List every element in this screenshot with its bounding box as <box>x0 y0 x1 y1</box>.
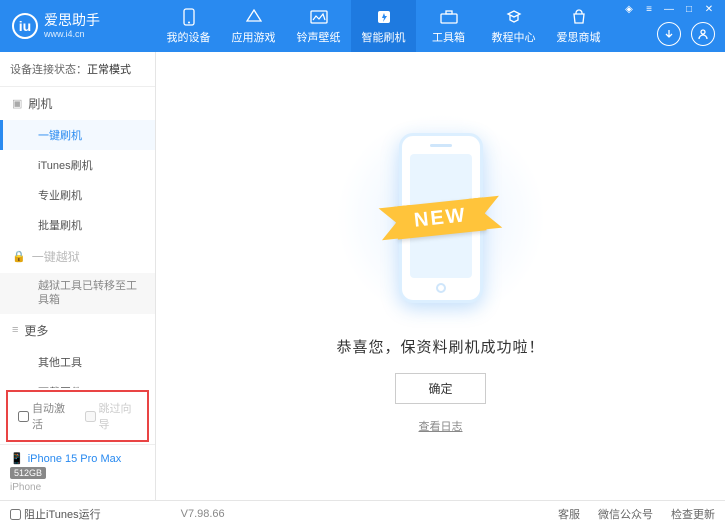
auto-activate-checkbox[interactable]: 自动激活 <box>18 400 71 432</box>
wallpaper-icon <box>310 8 328 26</box>
main-content: NEW 恭喜您，保资料刷机成功啦！ 确定 查看日志 <box>156 52 725 500</box>
connection-status: 设备连接状态：正常模式 <box>0 52 155 87</box>
flash-group-icon: ▣ <box>12 97 22 110</box>
apps-icon <box>245 8 263 26</box>
sidebar-item-download-firmware[interactable]: 下载固件 <box>0 377 155 388</box>
app-header: iu 爱思助手 www.i4.cn 我的设备 应用游戏 铃声壁纸 智能刷机 工具… <box>0 0 725 52</box>
sidebar-item-itunes-flash[interactable]: iTunes刷机 <box>0 150 155 180</box>
device-icon: 📱 <box>10 452 24 465</box>
nav-apps-games[interactable]: 应用游戏 <box>221 0 286 52</box>
footer: 阻止iTunes运行 V7.98.66 客服 微信公众号 检查更新 <box>0 500 725 527</box>
view-log-link[interactable]: 查看日志 <box>419 418 463 434</box>
ok-button[interactable]: 确定 <box>395 373 485 404</box>
sidebar-options-highlight: 自动激活 跳过向导 <box>6 390 149 442</box>
device-storage-badge: 512GB <box>10 467 46 479</box>
sidebar-item-other-tools[interactable]: 其他工具 <box>0 347 155 377</box>
logo-icon: iu <box>12 13 38 39</box>
nav-store[interactable]: 爱思商城 <box>546 0 611 52</box>
sidebar: 设备连接状态：正常模式 ▣ 刷机 一键刷机 iTunes刷机 专业刷机 批量刷机… <box>0 52 156 500</box>
success-message: 恭喜您，保资料刷机成功啦！ <box>336 336 544 357</box>
sidebar-group-more[interactable]: ≡ 更多 <box>0 314 155 347</box>
header-actions <box>657 22 715 46</box>
skin-button[interactable]: ◈ <box>621 3 637 15</box>
version-label: V7.98.66 <box>181 508 225 520</box>
download-button[interactable] <box>657 22 681 46</box>
block-itunes-checkbox[interactable]: 阻止iTunes运行 <box>10 506 101 522</box>
nav-tutorials[interactable]: 教程中心 <box>481 0 546 52</box>
sidebar-item-batch-flash[interactable]: 批量刷机 <box>0 210 155 240</box>
footer-support-link[interactable]: 客服 <box>558 506 580 522</box>
user-button[interactable] <box>691 22 715 46</box>
more-icon: ≡ <box>12 324 18 336</box>
minimize-button[interactable]: — <box>661 3 677 15</box>
footer-wechat-link[interactable]: 微信公众号 <box>598 506 653 522</box>
device-info: 📱 iPhone 15 Pro Max 512GB iPhone <box>0 444 155 500</box>
close-button[interactable]: ✕ <box>701 3 717 15</box>
nav-toolbox[interactable]: 工具箱 <box>416 0 481 52</box>
store-icon <box>570 8 588 26</box>
sidebar-item-pro-flash[interactable]: 专业刷机 <box>0 180 155 210</box>
menu-button[interactable]: ≡ <box>641 3 657 15</box>
skip-guide-checkbox[interactable]: 跳过向导 <box>85 400 138 432</box>
flash-icon <box>375 8 393 26</box>
sidebar-item-onekey-flash[interactable]: 一键刷机 <box>0 120 155 150</box>
toolbox-icon <box>440 8 458 26</box>
device-name[interactable]: 📱 iPhone 15 Pro Max <box>10 452 145 465</box>
app-name: 爱思助手 <box>44 13 100 28</box>
nav-ringtone-wallpaper[interactable]: 铃声壁纸 <box>286 0 351 52</box>
maximize-button[interactable]: □ <box>681 3 697 15</box>
phone-icon <box>180 8 198 26</box>
success-illustration: NEW <box>361 118 521 318</box>
app-url: www.i4.cn <box>44 29 100 39</box>
top-nav: 我的设备 应用游戏 铃声壁纸 智能刷机 工具箱 教程中心 爱思商城 <box>156 0 611 52</box>
lock-icon: 🔒 <box>12 250 26 263</box>
window-controls: ◈ ≡ — □ ✕ <box>621 3 717 15</box>
logo-area: iu 爱思助手 www.i4.cn <box>0 13 156 39</box>
nav-my-device[interactable]: 我的设备 <box>156 0 221 52</box>
sidebar-group-jailbreak[interactable]: 🔒 一键越狱 <box>0 240 155 273</box>
sidebar-jailbreak-note: 越狱工具已转移至工具箱 <box>0 273 155 314</box>
sidebar-group-flash[interactable]: ▣ 刷机 <box>0 87 155 120</box>
footer-update-link[interactable]: 检查更新 <box>671 506 715 522</box>
device-type: iPhone <box>10 482 145 493</box>
tutorial-icon <box>505 8 523 26</box>
nav-smart-flash[interactable]: 智能刷机 <box>351 0 416 52</box>
